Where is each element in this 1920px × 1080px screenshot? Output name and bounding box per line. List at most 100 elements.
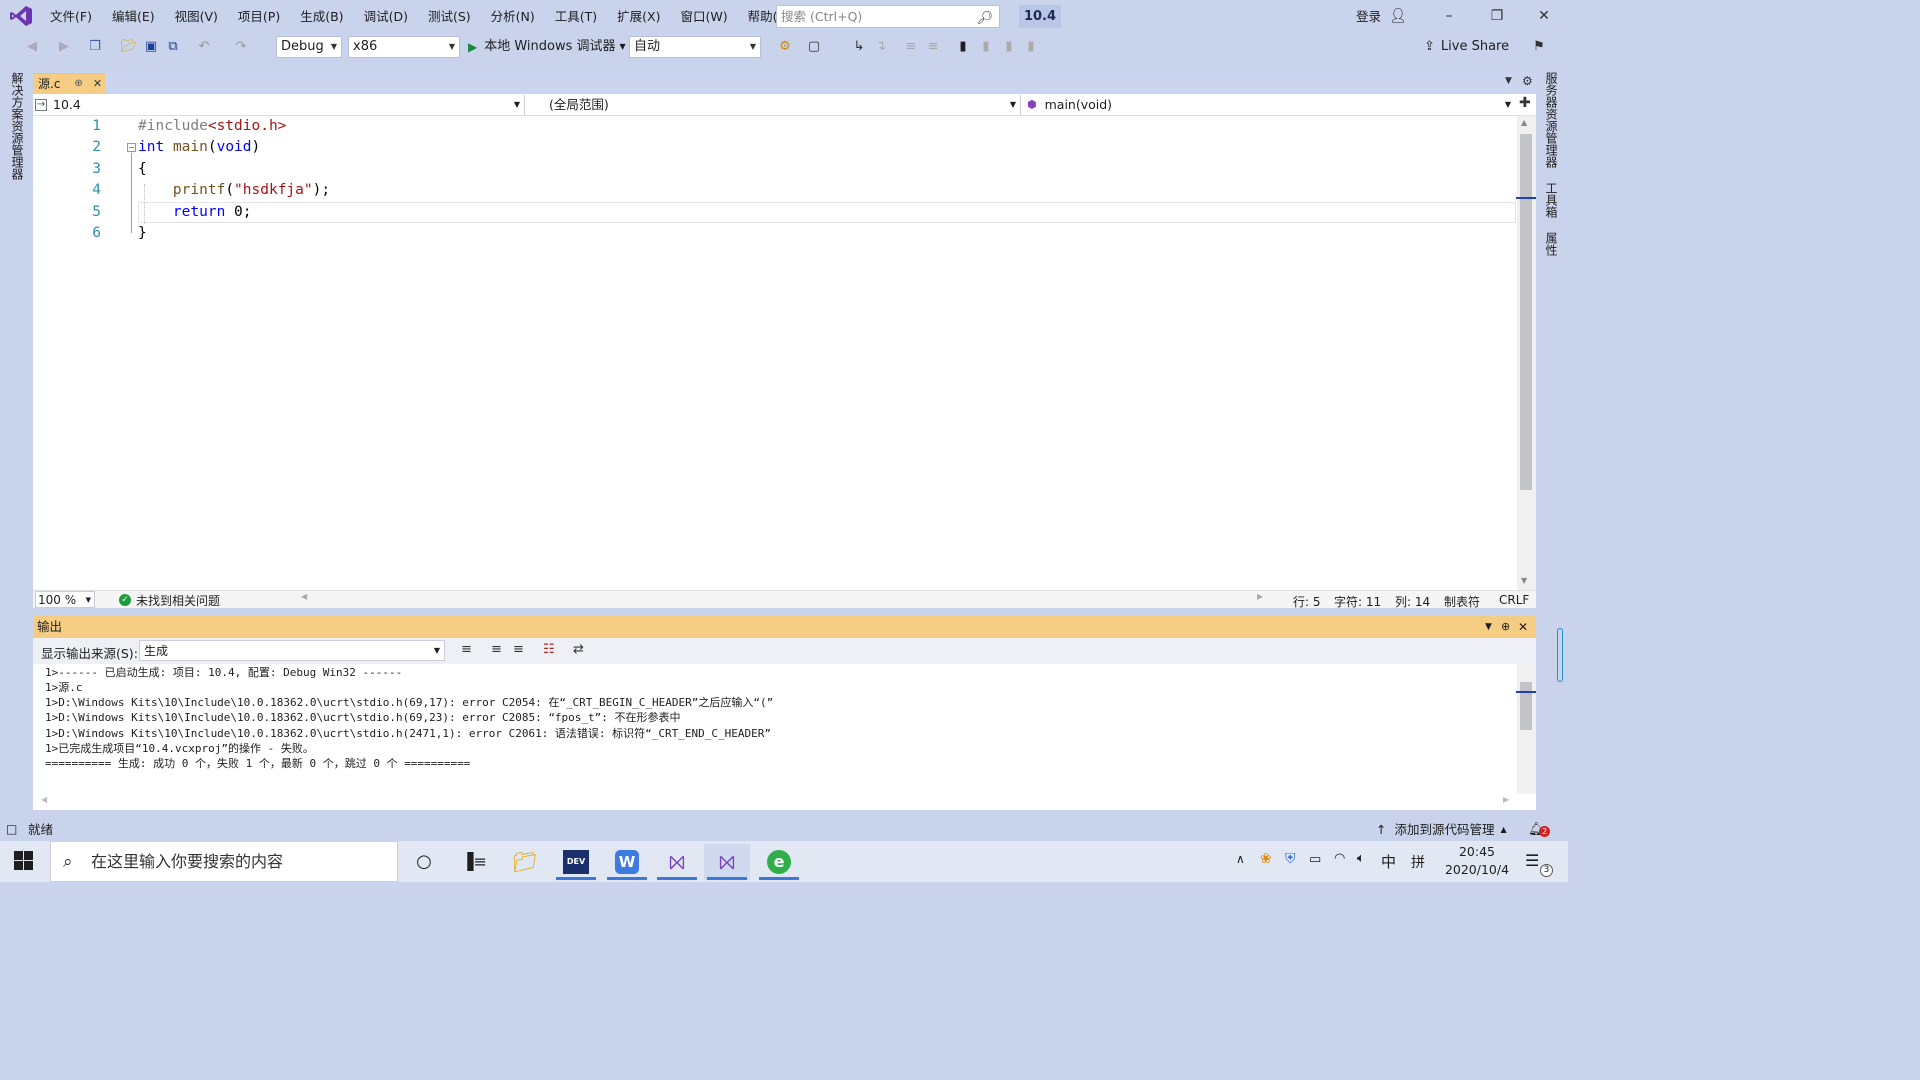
bookmark-icon[interactable]: ▮ [954,37,972,57]
find-message-icon[interactable]: ≡ [461,642,472,657]
action-center-icon[interactable]: ☰ [1525,851,1539,870]
panel-menu-chevron-down-icon[interactable]: ▼ [1485,616,1492,638]
menu-project[interactable]: 项目(P) [228,0,290,33]
tabs-indicator[interactable]: 制表符 [1444,593,1480,610]
maximize-button[interactable]: ❐ [1474,0,1520,33]
comment-out-icon[interactable]: ≡ [902,37,920,57]
taskbar-search-input[interactable]: ⌕ 在这里输入你要搜索的内容 [50,841,398,882]
minimize-button[interactable]: – [1426,0,1472,33]
step-into-icon[interactable]: ↳ [850,37,868,57]
search-icon[interactable]: 🔎︎ [976,8,993,29]
close-window-button[interactable]: ✕ [1521,0,1567,33]
issues-indicator[interactable]: ✓ 未找到相关问题 [119,592,220,608]
undo-icon[interactable]: ↶ [195,37,213,57]
clear-all-icon[interactable]: ☷ [543,642,555,657]
toolbox-tab[interactable]: 工具箱 [1543,182,1560,218]
tab-source-file[interactable]: 源.c ⊕ ✕ [33,73,105,94]
battery-icon[interactable]: ▭ [1309,852,1321,867]
redo-icon[interactable]: ↷ [232,37,250,57]
menu-edit[interactable]: 编辑(E) [102,0,165,33]
close-tab-icon[interactable]: ✕ [93,74,102,94]
char-indicator[interactable]: 字符: 11 [1334,593,1381,610]
file-explorer-icon[interactable]: 📁︎ [502,844,548,880]
word-wrap-icon[interactable]: ⇄ [573,642,584,657]
taskbar-app-devcpp[interactable]: DEV [553,844,599,880]
add-to-source-control-button[interactable]: ↑ 添加到源代码管理 ▲ [1376,818,1507,841]
taskbar-app-visual-studio-installer[interactable]: ⨝ [654,844,700,880]
show-hidden-icons-chevron-up-icon[interactable]: ∧ [1236,852,1245,866]
zoom-select[interactable]: 100 % ▼ [35,591,95,608]
taskbar-clock[interactable]: 20:45 2020/10/4 [1440,843,1514,881]
taskbar-app-wps[interactable]: W [604,844,650,880]
scroll-right-icon[interactable]: ▶ [1503,795,1509,804]
login-button[interactable]: 登录 👤︎ [1356,0,1407,33]
platform-select[interactable]: x86 ▼ [348,36,460,58]
output-text-area[interactable]: 1>------ 已启动生成: 项目: 10.4, 配置: Debug Win3… [33,664,1536,810]
scroll-right-icon[interactable]: ▶ [1257,592,1263,601]
taskbar-app-visual-studio[interactable]: ⨝ [704,844,750,880]
previous-bookmark-icon[interactable]: ▮ [977,37,995,57]
tab-list-chevron-down-icon[interactable]: ▼ [1505,76,1512,86]
windows-start-icon[interactable] [14,851,34,871]
close-panel-icon[interactable]: ✕ [1518,616,1528,638]
gear-icon[interactable]: ⚙ [1522,74,1533,88]
next-message-icon[interactable]: ≡ [513,642,524,657]
volume-icon[interactable]: 🔈︎ [1357,851,1365,866]
menu-view[interactable]: 视图(V) [165,0,228,33]
collapse-outline-icon[interactable]: − [127,143,136,152]
live-share-button[interactable]: ⇪ Live Share [1424,37,1509,57]
navigate-back-icon[interactable]: ◀ [24,37,40,57]
properties-tab[interactable]: 属性 [1543,232,1560,256]
ime-mode-indicator[interactable]: 拼 [1411,852,1425,872]
output-source-select[interactable]: 生成 ▼ [139,640,445,661]
wifi-icon[interactable]: ◠ [1334,851,1345,866]
scroll-left-icon[interactable]: ◀ [41,795,47,804]
tray-app-icon[interactable]: ❀ [1260,851,1272,867]
browser-link-icon[interactable]: ▢ [805,37,823,57]
split-editor-icon[interactable]: ✚ [1519,95,1531,111]
scroll-down-icon[interactable]: ▼ [1521,576,1527,585]
menu-extensions[interactable]: 扩展(X) [607,0,670,33]
task-view-icon[interactable]: ▐≡ [451,844,497,880]
menu-test[interactable]: 测试(S) [418,0,481,33]
feedback-icon[interactable]: ⚑ [1530,37,1548,57]
menu-analyze[interactable]: 分析(N) [481,0,545,33]
scope-dropdown[interactable]: (全局范围) ▼ [529,95,1021,115]
menu-window[interactable]: 窗口(W) [670,0,737,33]
menu-tools[interactable]: 工具(T) [545,0,607,33]
pin-icon[interactable]: ⊕ [74,74,82,94]
configuration-select[interactable]: Debug ▼ [276,36,342,58]
security-shield-icon[interactable]: ⛨ [1285,851,1296,867]
code-editor[interactable]: 1 2 3 4 5 6 − #include<stdio.h> int main… [33,116,1536,590]
pin-icon[interactable]: ⊕ [1501,616,1510,638]
clear-bookmarks-icon[interactable]: ▮ [1022,37,1040,57]
output-scrollbar-thumb[interactable] [1520,682,1532,730]
open-file-icon[interactable]: 📂︎ [120,37,138,57]
menu-build[interactable]: 生成(B) [290,0,353,33]
scroll-left-icon[interactable]: ◀ [301,592,307,601]
menu-file[interactable]: 文件(F) [40,0,102,33]
debug-target-select[interactable]: 自动 ▼ [629,36,761,58]
start-debugging-button[interactable]: ▶ 本地 Windows 调试器 ▼ [468,37,628,57]
next-bookmark-icon[interactable]: ▮ [1000,37,1018,57]
diagnostic-tools-icon[interactable]: ⚙ [776,37,794,57]
member-dropdown[interactable]: ⬢ main(void) ▼ [1023,95,1515,115]
new-project-icon[interactable]: ❐ [86,37,104,57]
ime-language-indicator[interactable]: 中 [1381,851,1396,872]
scroll-up-icon[interactable]: ▲ [1521,118,1527,127]
search-input[interactable]: 搜索 (Ctrl+Q) 🔎︎ [776,5,1000,28]
navigate-forward-icon[interactable]: ▶ [56,37,72,57]
uncomment-icon[interactable]: ≡ [924,37,942,57]
save-all-icon[interactable]: ⧉ [164,37,182,57]
line-ending-indicator[interactable]: CRLF [1499,593,1529,607]
project-dropdown[interactable]: → 10.4 ▼ [35,95,525,115]
save-icon[interactable]: ▣ [142,37,160,57]
server-explorer-tab[interactable]: 服务器资源管理器 [1543,72,1560,168]
previous-message-icon[interactable]: ≡ [491,642,502,657]
cortana-icon[interactable]: ○ [401,844,447,880]
column-indicator[interactable]: 列: 14 [1395,593,1430,610]
solution-explorer-tab[interactable]: 解决方案资源管理器 [9,72,26,180]
taskbar-app-browser[interactable]: e [756,844,802,880]
line-indicator[interactable]: 行: 5 [1293,593,1321,610]
menu-debug[interactable]: 调试(D) [354,0,418,33]
